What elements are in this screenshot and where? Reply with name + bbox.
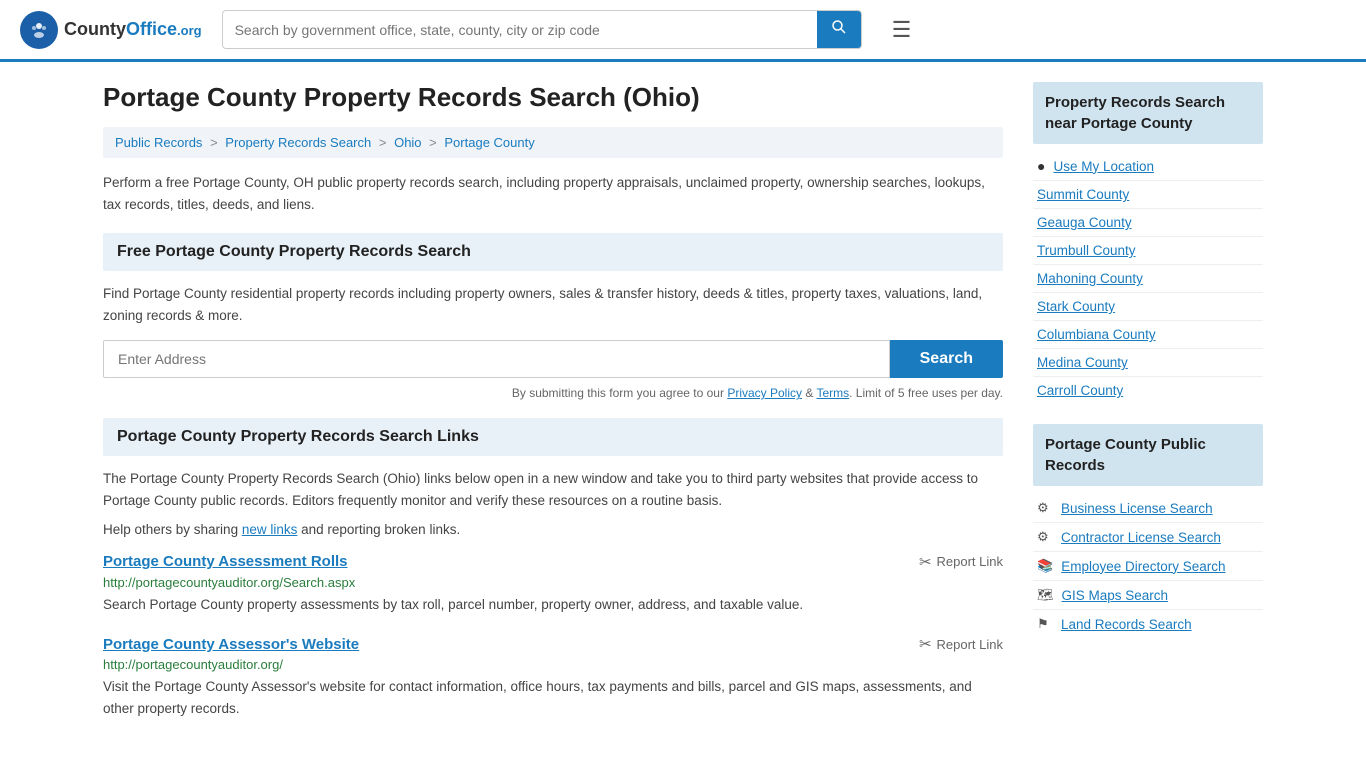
new-links-link[interactable]: new links: [242, 522, 298, 537]
public-record-link-0[interactable]: Business License Search: [1061, 501, 1213, 516]
nearby-county-item-1[interactable]: Geauga County: [1033, 209, 1263, 237]
nearby-county-link-6[interactable]: Medina County: [1037, 355, 1128, 370]
free-search-heading: Free Portage County Property Records Sea…: [103, 233, 1003, 271]
main-container: Portage County Property Records Search (…: [83, 62, 1283, 759]
links-section-heading: Portage County Property Records Search L…: [103, 418, 1003, 456]
record-url-0: http://portagecountyauditor.org/Search.a…: [103, 575, 1003, 590]
nearby-county-link-3[interactable]: Mahoning County: [1037, 271, 1143, 286]
address-form: Search: [103, 340, 1003, 378]
nearby-county-item-3[interactable]: Mahoning County: [1033, 265, 1263, 293]
breadcrumb-property-records-search[interactable]: Property Records Search: [225, 135, 371, 150]
logo-icon: [20, 11, 58, 49]
use-my-location-item[interactable]: ● Use My Location: [1033, 152, 1263, 181]
public-record-item-1[interactable]: ⚙ Contractor License Search: [1033, 523, 1263, 552]
nearby-county-item-4[interactable]: Stark County: [1033, 293, 1263, 321]
sidebar: Property Records Search near Portage Cou…: [1033, 82, 1263, 739]
address-search-button[interactable]: Search: [890, 340, 1003, 378]
logo-area: CountyOffice.org: [20, 11, 202, 49]
public-record-link-1[interactable]: Contractor License Search: [1061, 530, 1221, 545]
report-icon-0: ✂: [919, 553, 932, 571]
record-header-0: Portage County Assessment Rolls ✂ Report…: [103, 553, 1003, 571]
public-record-icon-0: ⚙: [1037, 500, 1053, 516]
page-title: Portage County Property Records Search (…: [103, 82, 1003, 113]
intro-text: Perform a free Portage County, OH public…: [103, 172, 1003, 215]
global-search-bar[interactable]: [222, 10, 862, 49]
nearby-county-link-2[interactable]: Trumbull County: [1037, 243, 1136, 258]
nearby-county-item-7[interactable]: Carroll County: [1033, 377, 1263, 404]
breadcrumb: Public Records > Property Records Search…: [103, 127, 1003, 158]
nearby-county-item-6[interactable]: Medina County: [1033, 349, 1263, 377]
breadcrumb-public-records[interactable]: Public Records: [115, 135, 202, 150]
public-record-icon-2: 📚: [1037, 558, 1053, 574]
public-record-item-3[interactable]: 🗺 GIS Maps Search: [1033, 581, 1263, 610]
public-record-link-4[interactable]: Land Records Search: [1061, 617, 1192, 632]
report-link-0[interactable]: ✂ Report Link: [919, 553, 1003, 571]
public-records-header: Portage County Public Records: [1033, 424, 1263, 486]
terms-link[interactable]: Terms: [816, 386, 849, 400]
address-input[interactable]: [103, 340, 890, 378]
logo-text: CountyOffice.org: [64, 19, 202, 40]
record-item-1: Portage County Assessor's Website ✂ Repo…: [103, 635, 1003, 719]
public-record-link-2[interactable]: Employee Directory Search: [1061, 559, 1225, 574]
breadcrumb-ohio[interactable]: Ohio: [394, 135, 421, 150]
report-link-1[interactable]: ✂ Report Link: [919, 635, 1003, 653]
record-desc-0: Search Portage County property assessmen…: [103, 594, 1003, 616]
nearby-county-link-4[interactable]: Stark County: [1037, 299, 1115, 314]
nearby-county-link-5[interactable]: Columbiana County: [1037, 327, 1156, 342]
public-record-link-3[interactable]: GIS Maps Search: [1062, 588, 1169, 603]
nearby-county-link-1[interactable]: Geauga County: [1037, 215, 1132, 230]
public-record-icon-4: ⚑: [1037, 616, 1053, 632]
use-my-location-link[interactable]: Use My Location: [1053, 159, 1154, 174]
hamburger-menu-button[interactable]: ☰: [892, 17, 912, 43]
share-text: Help others by sharing new links and rep…: [103, 522, 1003, 537]
public-record-icon-1: ⚙: [1037, 529, 1053, 545]
record-header-1: Portage County Assessor's Website ✂ Repo…: [103, 635, 1003, 653]
record-item-0: Portage County Assessment Rolls ✂ Report…: [103, 553, 1003, 616]
form-disclaimer: By submitting this form you agree to our…: [103, 386, 1003, 400]
nearby-county-link-7[interactable]: Carroll County: [1037, 383, 1123, 398]
record-desc-1: Visit the Portage County Assessor's webs…: [103, 676, 1003, 719]
public-record-item-4[interactable]: ⚑ Land Records Search: [1033, 610, 1263, 638]
nearby-counties-header: Property Records Search near Portage Cou…: [1033, 82, 1263, 144]
public-record-item-0[interactable]: ⚙ Business License Search: [1033, 494, 1263, 523]
nearby-county-item-2[interactable]: Trumbull County: [1033, 237, 1263, 265]
public-records-section: Portage County Public Records ⚙ Business…: [1033, 424, 1263, 638]
record-url-1: http://portagecountyauditor.org/: [103, 657, 1003, 672]
nearby-county-item-5[interactable]: Columbiana County: [1033, 321, 1263, 349]
global-search-input[interactable]: [223, 14, 817, 46]
site-header: CountyOffice.org ☰: [0, 0, 1366, 62]
record-title-0[interactable]: Portage County Assessment Rolls: [103, 553, 348, 570]
breadcrumb-portage-county[interactable]: Portage County: [444, 135, 534, 150]
public-records-list: ⚙ Business License Search ⚙ Contractor L…: [1033, 494, 1263, 638]
records-list: Portage County Assessment Rolls ✂ Report…: [103, 553, 1003, 720]
nearby-counties-section: Property Records Search near Portage Cou…: [1033, 82, 1263, 404]
nearby-county-link-0[interactable]: Summit County: [1037, 187, 1129, 202]
public-record-item-2[interactable]: 📚 Employee Directory Search: [1033, 552, 1263, 581]
nearby-counties-list: Summit County Geauga County Trumbull Count…: [1033, 181, 1263, 404]
record-title-1[interactable]: Portage County Assessor's Website: [103, 636, 359, 653]
nearby-county-item-0[interactable]: Summit County: [1033, 181, 1263, 209]
links-section-text: The Portage County Property Records Sear…: [103, 468, 1003, 511]
free-search-text: Find Portage County residential property…: [103, 283, 1003, 326]
report-icon-1: ✂: [919, 635, 932, 653]
main-content: Portage County Property Records Search (…: [103, 82, 1003, 739]
public-record-icon-3: 🗺: [1037, 587, 1054, 603]
global-search-button[interactable]: [817, 11, 861, 48]
privacy-policy-link[interactable]: Privacy Policy: [727, 386, 802, 400]
location-icon: ●: [1037, 158, 1045, 174]
